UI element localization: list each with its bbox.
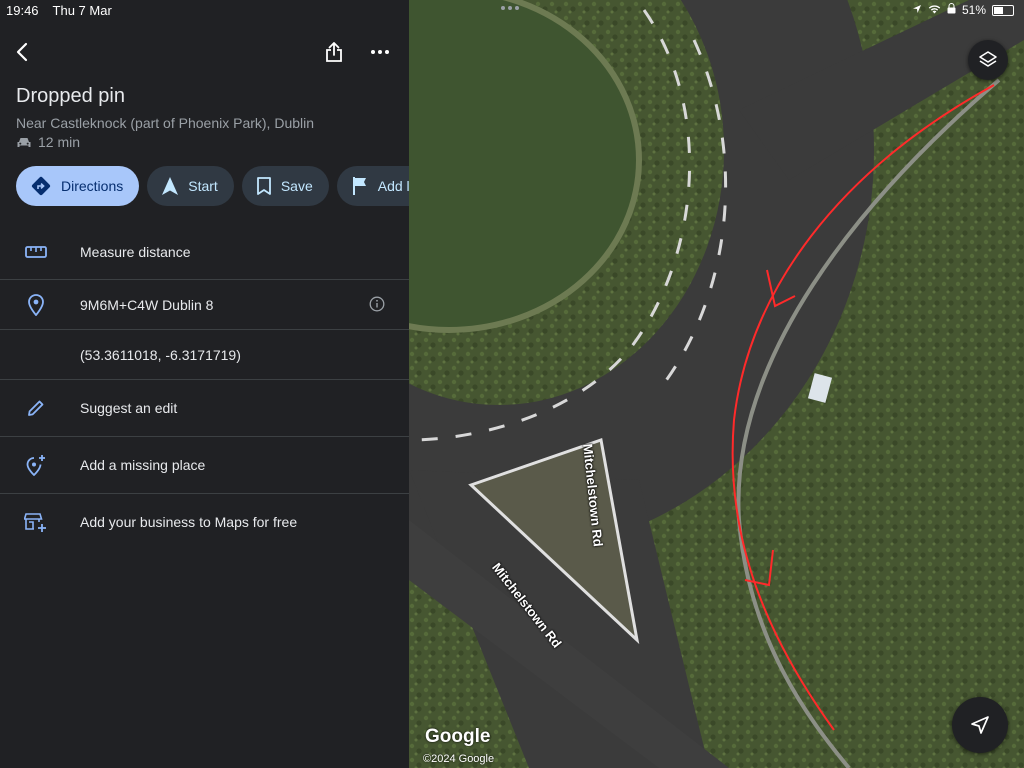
map-copyright: ©2024 Google (423, 753, 495, 765)
add-missing-place-text: Add a missing place (80, 457, 206, 473)
google-logo: Google (425, 726, 491, 747)
status-bar-left: 19:46 Thu 7 Mar (0, 0, 112, 20)
add-business-row[interactable]: Add your business to Maps for free (0, 494, 409, 550)
add-missing-place-row[interactable]: Add a missing place (0, 437, 409, 493)
suggest-edit-text: Suggest an edit (80, 400, 178, 416)
my-location-button[interactable] (952, 697, 1008, 753)
directions-button[interactable]: Directions (16, 166, 140, 206)
layers-icon (979, 51, 997, 67)
coordinates-text: (53.3611018, -6.3171719) (80, 347, 241, 363)
save-button[interactable]: Save (241, 166, 329, 206)
action-chips: Directions Start Save Add label (16, 166, 409, 206)
more-horizontal-icon (371, 50, 389, 54)
add-location-icon (22, 451, 50, 479)
place-title: Dropped pin (16, 85, 125, 107)
plus-code-row[interactable]: 9M6M+C4W Dublin 8 (0, 280, 409, 330)
lock-rotation-icon (947, 3, 956, 17)
add-business-text: Add your business to Maps for free (80, 514, 298, 530)
plus-code-text: 9M6M+C4W Dublin 8 (80, 297, 214, 313)
pencil-icon (22, 394, 50, 422)
start-button[interactable]: Start (147, 166, 234, 206)
directions-label: Directions (61, 178, 124, 194)
satellite-imagery (409, 0, 1024, 768)
satellite-map[interactable]: Mitchelstown Rd Mitchelstown Rd Google ©… (409, 0, 1024, 768)
battery-percentage: 51% (961, 3, 986, 17)
wifi-icon (928, 3, 941, 17)
status-date: Thu 7 Mar (52, 2, 112, 18)
place-subtitle: Near Castleknock (part of Phoenix Park),… (16, 115, 315, 131)
battery-icon (992, 4, 1014, 16)
coordinates-row[interactable]: (53.3611018, -6.3171719) (0, 330, 409, 380)
travel-time-text: 12 min (38, 134, 81, 150)
share-button[interactable] (320, 38, 348, 66)
measure-distance-text: Measure distance (80, 244, 191, 260)
measure-distance-row[interactable]: Measure distance (0, 225, 409, 279)
flag-icon (352, 177, 366, 195)
directions-icon (31, 176, 51, 196)
location-arrow-icon (912, 3, 922, 17)
car-icon (17, 137, 31, 147)
layers-button[interactable] (968, 40, 1008, 80)
navigation-arrow-icon (971, 716, 989, 734)
add-label-button[interactable]: Add label (336, 166, 409, 206)
travel-time: 12 min (16, 134, 80, 150)
drag-handle[interactable] (501, 6, 519, 10)
save-label: Save (280, 178, 313, 194)
ruler-icon (22, 238, 50, 266)
share-icon (326, 42, 342, 62)
battery-level (994, 6, 1003, 14)
status-time: 19:46 (6, 2, 39, 18)
suggest-edit-row[interactable]: Suggest an edit (0, 380, 409, 436)
place-panel: Dropped pin Near Castleknock (part of Ph… (0, 0, 409, 768)
location-pin-icon (22, 291, 50, 319)
start-label: Start (188, 178, 218, 194)
navigation-arrow-icon (162, 177, 179, 195)
back-button[interactable] (8, 38, 36, 66)
info-icon[interactable] (369, 296, 387, 314)
add-business-icon (22, 508, 50, 536)
more-options-button[interactable] (366, 38, 394, 66)
bookmark-icon (256, 177, 271, 195)
panel-toolbar (0, 38, 409, 68)
chevron-left-icon (16, 42, 28, 62)
status-bar-right: 51% (912, 0, 1014, 20)
add-label-label: Add label (377, 178, 409, 194)
